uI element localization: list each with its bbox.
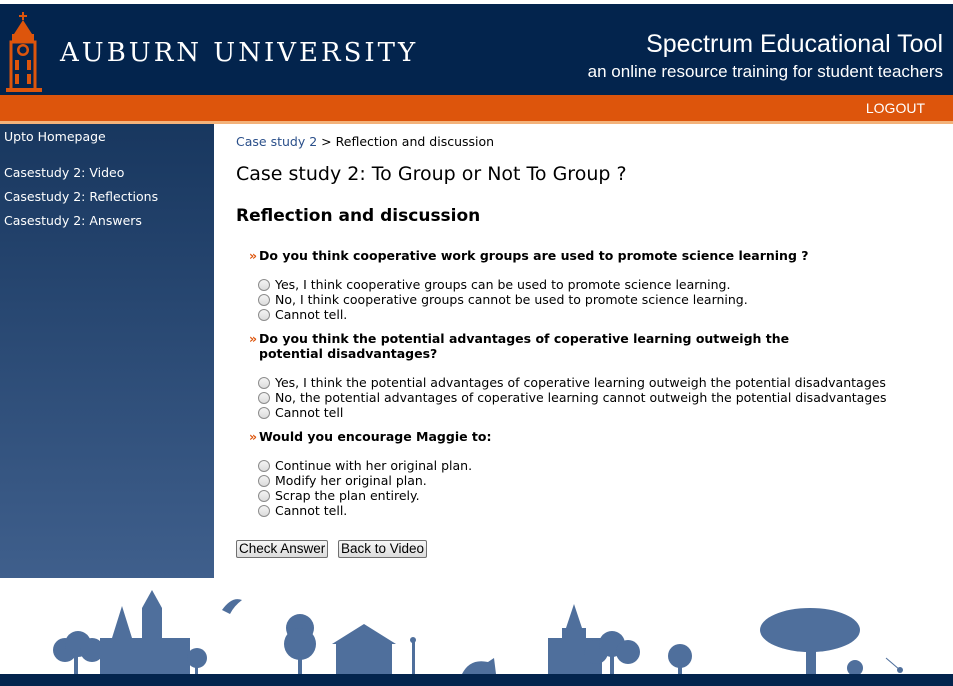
option-item[interactable]: No, I think cooperative groups cannot be… <box>258 292 748 307</box>
option-label: Continue with her original plan. <box>275 458 473 473</box>
option-label: No, the potential advantages of coperati… <box>275 390 887 405</box>
sidebar-item-answers[interactable]: Casestudy 2: Answers <box>4 213 142 228</box>
option-label: Cannot tell. <box>275 307 348 322</box>
option-item[interactable]: Continue with her original plan. <box>258 458 472 473</box>
option-label: Scrap the plan entirely. <box>275 488 420 503</box>
question-text: Would you encourage Maggie to: <box>259 429 492 444</box>
radio-button[interactable] <box>258 474 270 487</box>
option-label: Modify her original plan. <box>275 473 427 488</box>
option-label: Cannot tell <box>275 405 344 420</box>
option-label: Yes, I think the potential advantages of… <box>275 375 886 390</box>
samford-tower-logo <box>6 12 42 92</box>
sidebar: Upto Homepage Casestudy 2: Video Casestu… <box>0 124 214 578</box>
radio-button[interactable] <box>258 308 270 321</box>
breadcrumb-link[interactable]: Case study 2 <box>236 134 317 149</box>
section-title: Reflection and discussion <box>236 206 481 226</box>
option-item[interactable]: Yes, I think cooperative groups can be u… <box>258 277 730 292</box>
back-to-video-button[interactable]: Back to Video <box>338 540 428 558</box>
radio-button[interactable] <box>258 293 270 306</box>
option-item[interactable]: Scrap the plan entirely. <box>258 488 420 503</box>
campus-skyline-illustration <box>0 590 953 686</box>
option-item[interactable]: Modify her original plan. <box>258 473 427 488</box>
option-item[interactable]: Cannot tell <box>258 405 343 420</box>
top-nav-bar: LOGOUT <box>0 95 953 121</box>
breadcrumb: Case study 2 > Reflection and discussion <box>236 134 494 149</box>
site-header: AUBURN UNIVERSITY Spectrum Educational T… <box>0 0 953 95</box>
sidebar-item-homepage[interactable]: Upto Homepage <box>4 129 106 144</box>
radio-button[interactable] <box>258 391 270 404</box>
option-item[interactable]: Cannot tell. <box>258 503 347 518</box>
page-title: Case study 2: To Group or Not To Group ? <box>236 163 627 185</box>
radio-button[interactable] <box>258 406 270 419</box>
option-item[interactable]: Cannot tell. <box>258 307 347 322</box>
question-2: » Do you think the potential advantages … <box>249 331 849 361</box>
check-answer-button[interactable]: Check Answer <box>236 540 329 558</box>
breadcrumb-current: Reflection and discussion <box>335 134 495 149</box>
option-label: No, I think cooperative groups cannot be… <box>275 292 748 307</box>
breadcrumb-separator: > <box>321 134 332 149</box>
bullet-icon: » <box>249 429 258 444</box>
site-title: Spectrum Educational Tool <box>646 30 943 58</box>
university-wordmark: AUBURN UNIVERSITY <box>60 38 419 68</box>
bullet-icon: » <box>249 331 258 346</box>
radio-button[interactable] <box>258 489 270 502</box>
question-3: » Would you encourage Maggie to: <box>249 429 849 444</box>
question-text: Do you think cooperative work groups are… <box>259 248 809 263</box>
radio-button[interactable] <box>258 504 270 517</box>
option-item[interactable]: No, the potential advantages of coperati… <box>258 390 886 405</box>
option-item[interactable]: Yes, I think the potential advantages of… <box>258 375 886 390</box>
option-label: Cannot tell. <box>275 503 348 518</box>
radio-button[interactable] <box>258 459 270 472</box>
logout-link[interactable]: LOGOUT <box>866 100 925 116</box>
site-subtitle: an online resource training for student … <box>587 62 943 81</box>
sidebar-item-video[interactable]: Casestudy 2: Video <box>4 165 124 180</box>
radio-button[interactable] <box>258 278 270 291</box>
question-1: » Do you think cooperative work groups a… <box>249 248 849 263</box>
sidebar-item-reflections[interactable]: Casestudy 2: Reflections <box>4 189 158 204</box>
question-text: Do you think the potential advantages of… <box>259 331 790 361</box>
option-label: Yes, I think cooperative groups can be u… <box>275 277 731 292</box>
bullet-icon: » <box>249 248 258 263</box>
radio-button[interactable] <box>258 376 270 389</box>
